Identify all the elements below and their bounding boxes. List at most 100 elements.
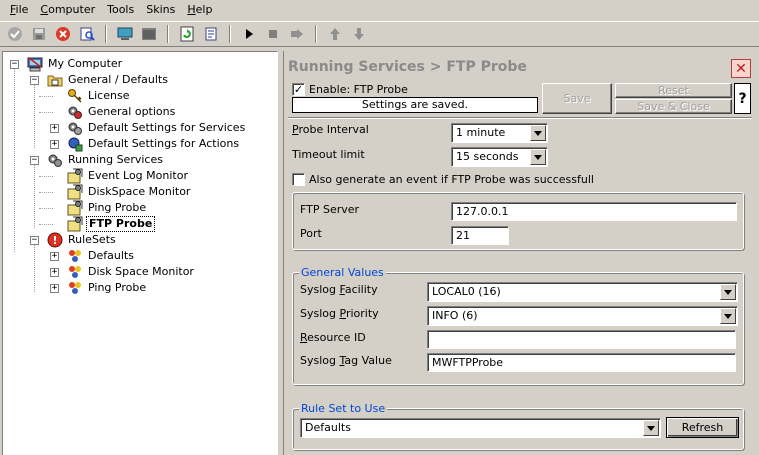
menu-computer[interactable]: Computer (34, 1, 101, 19)
menu-skins[interactable]: Skins (140, 1, 181, 19)
save-button[interactable]: Save (542, 83, 612, 114)
tree-connector (39, 208, 53, 209)
close-panel-button[interactable]: ✕ (731, 59, 751, 78)
enable-checkbox[interactable]: ✓ (292, 83, 305, 96)
computer-icon[interactable] (114, 23, 136, 45)
probe-interval-label: Probe Interval (292, 123, 369, 136)
ruleset-icon: ! (47, 232, 63, 248)
search-icon[interactable] (76, 23, 98, 45)
tree-item-running-services[interactable]: Running Services (47, 152, 165, 168)
tree-collapse-toggle[interactable]: − (10, 60, 19, 69)
reset-button[interactable]: Reset (615, 83, 732, 98)
gears-icon (67, 104, 83, 120)
general-values-title: General Values (299, 266, 386, 279)
step-icon[interactable] (286, 23, 308, 45)
rule-set-select[interactable]: Defaults (300, 418, 661, 438)
resource-id-input[interactable] (427, 330, 736, 349)
tree-item-event-log-monitor[interactable]: Event Log Monitor (67, 168, 190, 184)
confirm-icon[interactable] (4, 23, 26, 45)
arrow-up-icon[interactable] (324, 23, 346, 45)
chevron-down-icon[interactable] (720, 308, 736, 324)
key-icon (67, 88, 83, 104)
timeout-limit-label: Timeout limit (292, 148, 365, 161)
refresh-button[interactable]: Refresh (666, 417, 739, 438)
toolbar-separator (167, 25, 169, 43)
also-generate-checkbox[interactable] (292, 173, 305, 186)
tree-item-ruleset-ping-probe[interactable]: Ping Probe (67, 280, 148, 296)
tree-collapse-toggle[interactable]: − (30, 156, 39, 165)
help-button[interactable]: ? (734, 83, 751, 114)
tree-collapse-toggle[interactable]: − (30, 236, 39, 245)
rule-set-value: Defaults (305, 421, 351, 434)
timeout-limit-select[interactable]: 15 seconds (451, 147, 548, 167)
tree-item-ftp-probe[interactable]: FTP Probe (67, 216, 156, 232)
actions-icon (67, 136, 83, 152)
tree-expand-toggle[interactable]: + (50, 140, 59, 149)
refresh-icon[interactable] (176, 23, 198, 45)
probe-interval-select[interactable]: 1 minute (451, 123, 548, 143)
syslog-priority-select[interactable]: INFO (6) (427, 306, 738, 326)
tree-collapse-toggle[interactable]: − (30, 76, 39, 85)
tree-expand-toggle[interactable]: + (50, 124, 59, 133)
syslog-tag-input[interactable]: MWFTPProbe (427, 353, 736, 372)
window-icon[interactable] (138, 23, 160, 45)
syslog-priority-value: INFO (6) (432, 309, 478, 322)
settings-panel: Running Services > FTP Probe ✕ ✓ Enable:… (283, 51, 759, 455)
service-icon (67, 168, 83, 184)
tree-item-default-services[interactable]: Default Settings for Services (67, 120, 247, 136)
tree-item-general-defaults[interactable]: General / Defaults (47, 72, 170, 88)
resource-id-label: Resource ID (300, 331, 366, 344)
tree-connector (39, 96, 53, 97)
tree-item-my-computer[interactable]: My Computer (27, 56, 124, 72)
tree-item-general-options[interactable]: General options (67, 104, 177, 120)
chevron-down-icon[interactable] (530, 125, 546, 141)
probe-interval-value: 1 minute (456, 126, 506, 139)
ftp-server-label: FTP Server (300, 203, 360, 216)
tree-item-diskspace-monitor[interactable]: DiskSpace Monitor (67, 184, 192, 200)
stop-icon[interactable] (52, 23, 74, 45)
stop-square-icon[interactable] (262, 23, 284, 45)
menu-file[interactable]: File (4, 1, 34, 19)
chevron-down-icon[interactable] (643, 420, 659, 436)
chevron-down-icon[interactable] (530, 149, 546, 165)
tree-connector (34, 80, 35, 148)
tree-item-ping-probe[interactable]: Ping Probe (67, 200, 148, 216)
play-icon[interactable] (238, 23, 260, 45)
chevron-down-icon[interactable] (720, 284, 736, 300)
port-input[interactable]: 21 (451, 226, 509, 245)
save-disk-icon[interactable] (28, 23, 50, 45)
service-icon (67, 216, 83, 232)
toolbar (0, 21, 759, 47)
export-icon[interactable] (200, 23, 222, 45)
tree-expand-toggle[interactable]: + (50, 284, 59, 293)
rule-icon (67, 264, 83, 280)
tree-expand-toggle[interactable]: + (50, 252, 59, 261)
menu-help[interactable]: Help (181, 1, 218, 19)
panel-title: Running Services > FTP Probe (288, 59, 527, 75)
tree-expand-toggle[interactable]: + (50, 268, 59, 277)
ftp-server-input[interactable]: 127.0.0.1 (451, 202, 737, 221)
tree-connector (34, 240, 35, 292)
enable-label: Enable: FTP Probe (309, 83, 408, 96)
menu-bar: File Computer Tools Skins Help (0, 0, 759, 20)
tree-item-default-actions[interactable]: Default Settings for Actions (67, 136, 241, 152)
tree-item-rulesets[interactable]: ! RuleSets (47, 232, 118, 248)
tree-connector (39, 192, 53, 193)
rule-icon (67, 248, 83, 264)
svg-text:!: ! (52, 234, 57, 247)
save-close-button[interactable]: Save & Close (615, 99, 732, 114)
tree-item-ruleset-defaults[interactable]: Defaults (67, 248, 136, 264)
arrow-down-icon[interactable] (348, 23, 370, 45)
computer-icon (27, 56, 43, 72)
port-label: Port (300, 227, 322, 240)
selected-tree-label: FTP Probe (86, 216, 156, 232)
status-message: Settings are saved. (292, 97, 538, 113)
checkmark-icon: ✓ (293, 83, 304, 96)
menu-tools[interactable]: Tools (101, 1, 140, 19)
timeout-limit-value: 15 seconds (456, 150, 519, 163)
tree-item-ruleset-disk-space-monitor[interactable]: Disk Space Monitor (67, 264, 196, 280)
ftp-server-group (292, 192, 744, 250)
syslog-facility-select[interactable]: LOCAL0 (16) (427, 282, 738, 302)
close-icon: ✕ (735, 60, 747, 77)
tree-item-license[interactable]: License (67, 88, 131, 104)
